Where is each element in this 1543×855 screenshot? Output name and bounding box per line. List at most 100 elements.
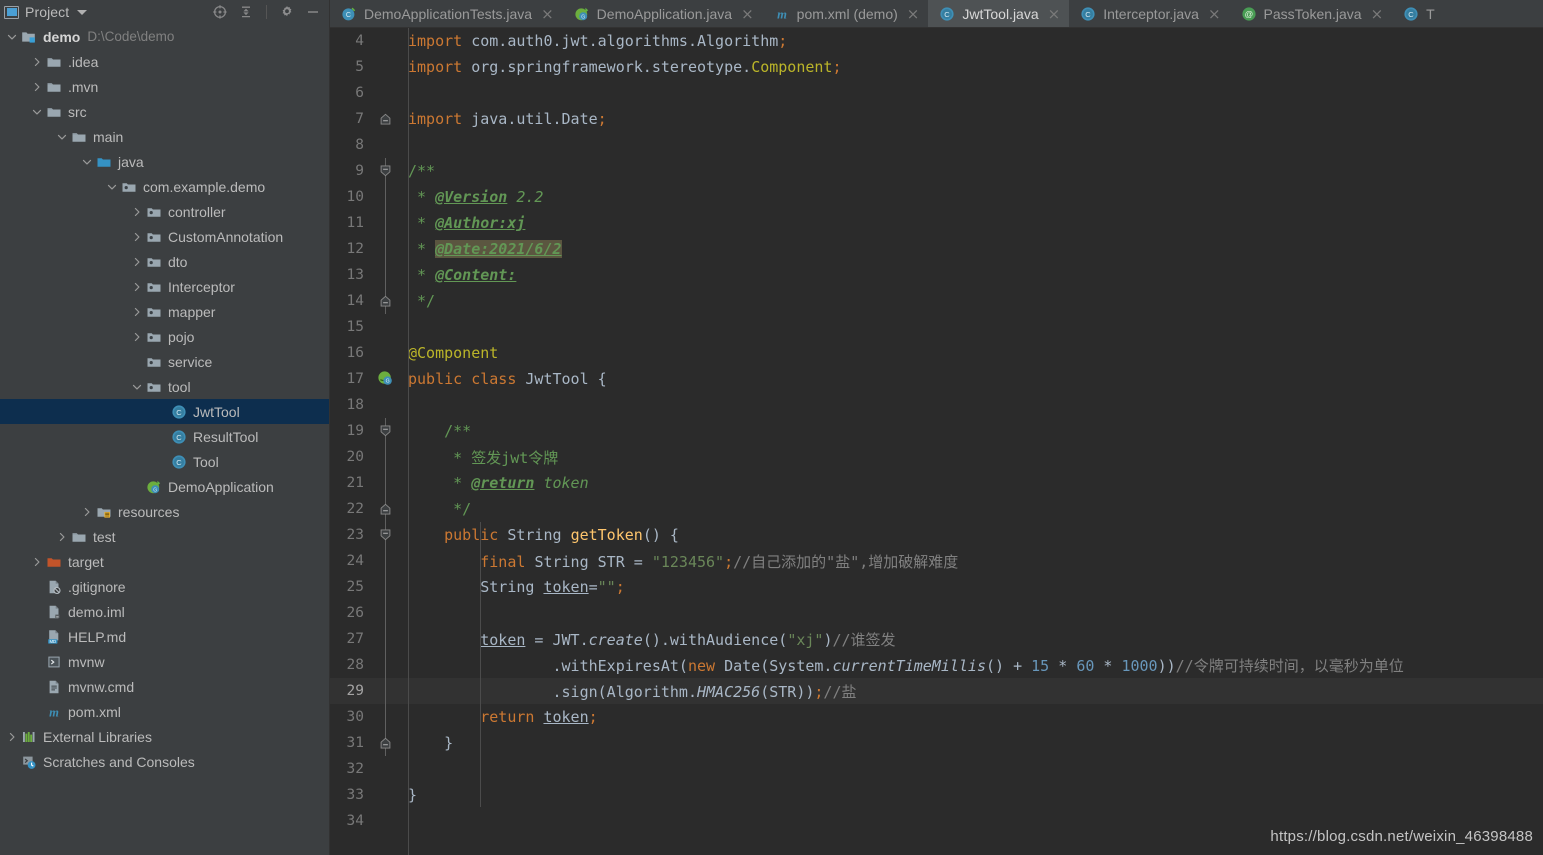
- editor-gutter[interactable]: G: [372, 366, 400, 392]
- tree-node-demoapplication[interactable]: G DemoApplication: [0, 474, 329, 499]
- close-icon[interactable]: ×: [541, 6, 554, 22]
- fold-end-icon[interactable]: [380, 735, 391, 749]
- chevron-right-icon[interactable]: [129, 279, 145, 295]
- chevron-down-icon[interactable]: [104, 179, 120, 195]
- tree-node-src[interactable]: src: [0, 99, 329, 124]
- editor-gutter[interactable]: [372, 28, 400, 54]
- tree-node-interceptor[interactable]: Interceptor: [0, 274, 329, 299]
- fold-expanded-icon[interactable]: [380, 423, 391, 437]
- tree-node-customannotation[interactable]: CustomAnnotation: [0, 224, 329, 249]
- editor-tab-bar[interactable]: C DemoApplicationTests.java × G DemoApplicat…: [330, 0, 1543, 28]
- editor-tab-demoapplication-java[interactable]: G DemoApplication.java ×: [563, 0, 763, 27]
- chevron-right-icon[interactable]: [4, 729, 20, 745]
- tree-node-main[interactable]: main: [0, 124, 329, 149]
- tree-node-demo-iml[interactable]: demo.iml: [0, 599, 329, 624]
- code-line[interactable]: 4 import com.auth0.jwt.algorithms.Algorit…: [330, 28, 1543, 54]
- editor-gutter[interactable]: [372, 418, 400, 444]
- code-line[interactable]: 9 /**: [330, 158, 1543, 184]
- code-line[interactable]: 31 }: [330, 730, 1543, 756]
- fold-end-icon[interactable]: [380, 111, 391, 125]
- editor-gutter[interactable]: [372, 288, 400, 314]
- code-line[interactable]: 25 String token="";: [330, 574, 1543, 600]
- code-line[interactable]: 15: [330, 314, 1543, 340]
- editor-gutter[interactable]: [372, 314, 400, 340]
- code-line[interactable]: 7 import java.util.Date;: [330, 106, 1543, 132]
- editor-gutter[interactable]: [372, 210, 400, 236]
- tree-node-mapper[interactable]: mapper: [0, 299, 329, 324]
- fold-expanded-icon[interactable]: [380, 527, 391, 541]
- close-icon[interactable]: ×: [907, 6, 920, 22]
- chevron-down-icon[interactable]: [129, 379, 145, 395]
- tree-node-demo[interactable]: demo D:\Code\demo: [0, 24, 329, 49]
- editor-tab-interceptor-java[interactable]: C Interceptor.java ×: [1069, 0, 1229, 27]
- code-editor[interactable]: 4 import com.auth0.jwt.algorithms.Algorit…: [330, 28, 1543, 855]
- chevron-right-icon[interactable]: [129, 204, 145, 220]
- tree-node-gitignore[interactable]: .gitignore: [0, 574, 329, 599]
- editor-gutter[interactable]: [372, 496, 400, 522]
- code-line[interactable]: 16 @Component: [330, 340, 1543, 366]
- tree-node-target[interactable]: target: [0, 549, 329, 574]
- settings-gear-icon[interactable]: [279, 4, 295, 20]
- tree-node-tool[interactable]: tool: [0, 374, 329, 399]
- code-line[interactable]: 24 final String STR = "123456";//自己添加的"盐…: [330, 548, 1543, 574]
- code-line[interactable]: 30 return token;: [330, 704, 1543, 730]
- editor-gutter[interactable]: [372, 652, 400, 678]
- code-line[interactable]: 14 */: [330, 288, 1543, 314]
- chevron-right-icon[interactable]: [129, 304, 145, 320]
- close-icon[interactable]: ×: [1048, 6, 1061, 22]
- editor-gutter[interactable]: [372, 574, 400, 600]
- chevron-down-icon[interactable]: [77, 9, 88, 15]
- tree-node-com-example-demo[interactable]: com.example.demo: [0, 174, 329, 199]
- chevron-down-icon[interactable]: [79, 154, 95, 170]
- editor-gutter[interactable]: [372, 756, 400, 782]
- editor-gutter[interactable]: [372, 626, 400, 652]
- code-line[interactable]: 6: [330, 80, 1543, 106]
- code-line[interactable]: 5 import org.springframework.stereotype.C…: [330, 54, 1543, 80]
- editor-gutter[interactable]: [372, 236, 400, 262]
- code-line[interactable]: 27 token = JWT.create().withAudience("xj…: [330, 626, 1543, 652]
- editor-gutter[interactable]: [372, 600, 400, 626]
- editor-tab-t[interactable]: CT: [1392, 0, 1444, 27]
- chevron-down-icon[interactable]: [4, 29, 20, 45]
- tree-node-pom-xml[interactable]: m pom.xml: [0, 699, 329, 724]
- chevron-right-icon[interactable]: [29, 54, 45, 70]
- code-line[interactable]: 33}: [330, 782, 1543, 808]
- code-line[interactable]: 8: [330, 132, 1543, 158]
- editor-gutter[interactable]: [372, 444, 400, 470]
- code-line[interactable]: 13 * @Content:: [330, 262, 1543, 288]
- tree-node-external-libraries[interactable]: External Libraries: [0, 724, 329, 749]
- editor-tab-passtoken-java[interactable]: @ PassToken.java ×: [1230, 0, 1393, 27]
- editor-gutter[interactable]: [372, 392, 400, 418]
- chevron-right-icon[interactable]: [129, 229, 145, 245]
- tree-node-service[interactable]: service: [0, 349, 329, 374]
- close-icon[interactable]: ×: [1371, 6, 1384, 22]
- code-line[interactable]: 28 .withExpiresAt(new Date(System.curren…: [330, 652, 1543, 678]
- code-line[interactable]: 26: [330, 600, 1543, 626]
- chevron-down-icon[interactable]: [29, 104, 45, 120]
- editor-gutter[interactable]: [372, 340, 400, 366]
- close-icon[interactable]: ×: [741, 6, 754, 22]
- close-icon[interactable]: ×: [1208, 6, 1221, 22]
- chevron-right-icon[interactable]: [29, 554, 45, 570]
- tree-node-mvn[interactable]: .mvn: [0, 74, 329, 99]
- editor-tab-demoapplicationtests-java[interactable]: C DemoApplicationTests.java ×: [330, 0, 563, 27]
- project-panel-title-group[interactable]: Project: [4, 4, 212, 20]
- editor-gutter[interactable]: [372, 158, 400, 184]
- tree-node-idea[interactable]: .idea: [0, 49, 329, 74]
- editor-gutter[interactable]: [372, 522, 400, 548]
- code-line[interactable]: 11 * @Author:xj: [330, 210, 1543, 236]
- chevron-right-icon[interactable]: [129, 329, 145, 345]
- editor-gutter[interactable]: [372, 730, 400, 756]
- project-tree[interactable]: demo D:\Code\demo .idea .mvn src main java com.…: [0, 24, 329, 855]
- code-line[interactable]: 32: [330, 756, 1543, 782]
- tree-node-resources[interactable]: resources: [0, 499, 329, 524]
- code-line[interactable]: 29 .sign(Algorithm.HMAC256(STR));//盐: [330, 678, 1543, 704]
- editor-tab-jwttool-java[interactable]: C JwtTool.java ×: [928, 0, 1070, 27]
- code-line[interactable]: 10 * @Version 2.2: [330, 184, 1543, 210]
- editor-gutter[interactable]: [372, 132, 400, 158]
- editor-gutter[interactable]: [372, 782, 400, 808]
- tree-node-controller[interactable]: controller: [0, 199, 329, 224]
- editor-gutter[interactable]: [372, 678, 400, 704]
- tree-node-help-md[interactable]: MD HELP.md: [0, 624, 329, 649]
- tree-node-tool[interactable]: C Tool: [0, 449, 329, 474]
